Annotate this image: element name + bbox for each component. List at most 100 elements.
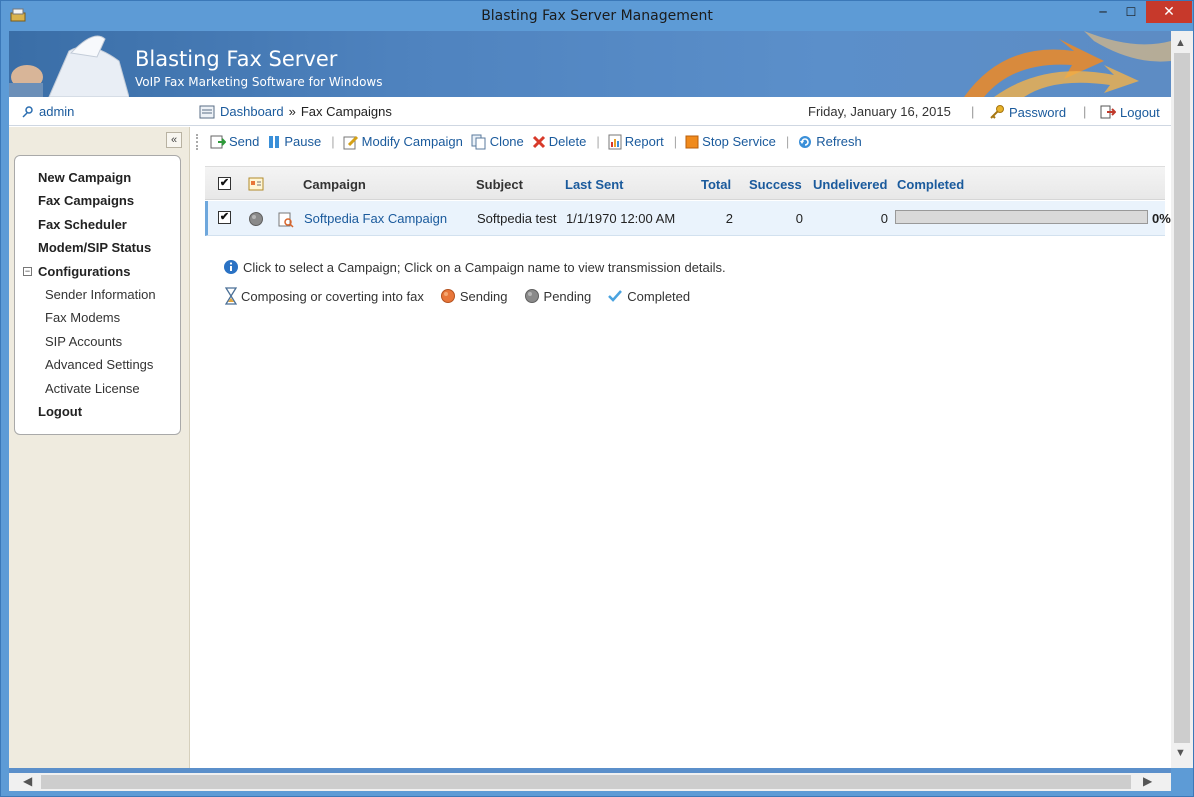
toolbar-divider: | bbox=[596, 134, 600, 149]
delete-label: Delete bbox=[548, 134, 587, 149]
legend-pending: Pending bbox=[543, 288, 592, 304]
clone-button[interactable]: Clone bbox=[471, 134, 524, 150]
client-area: Blasting Fax Server VoIP Fax Marketing S… bbox=[9, 31, 1171, 768]
toolbar: Send Pause | Modify Campaign Clone Delet… bbox=[192, 127, 1171, 156]
info-hint: Click to select a Campaign; Click on a C… bbox=[223, 259, 726, 275]
pending-status-icon bbox=[249, 212, 263, 226]
sidebar-item-fax-scheduler[interactable]: Fax Scheduler bbox=[38, 217, 127, 232]
send-label: Send bbox=[229, 134, 260, 149]
table-row[interactable]: ✔ Softpedia Fax Campaign Softpedia test … bbox=[205, 201, 1171, 236]
legend-completed: Completed bbox=[627, 288, 691, 304]
sidebar-item-logout[interactable]: Logout bbox=[38, 404, 82, 419]
window-title: Blasting Fax Server Management bbox=[481, 8, 713, 24]
clone-label: Clone bbox=[489, 134, 524, 149]
campaign-last-sent: 1/1/1970 12:00 AM bbox=[566, 211, 676, 226]
vertical-scrollbar[interactable]: ▲ ▼ bbox=[1171, 31, 1193, 768]
edit-icon bbox=[343, 135, 358, 149]
column-campaign[interactable]: Campaign bbox=[303, 177, 366, 192]
select-all-checkbox[interactable]: ✔ bbox=[218, 177, 231, 190]
toolbar-divider: | bbox=[331, 134, 335, 149]
minimize-button[interactable]: ─ bbox=[1089, 1, 1117, 23]
refresh-label: Refresh bbox=[816, 134, 862, 149]
info-icon bbox=[224, 260, 238, 274]
status-column-icon bbox=[248, 177, 264, 191]
pause-button[interactable]: Pause bbox=[267, 134, 321, 150]
header-divider: | bbox=[1083, 104, 1087, 119]
table-header: ✔ Campaign Subject Last Sent Total Succe… bbox=[205, 166, 1165, 200]
send-button[interactable]: Send bbox=[210, 134, 259, 150]
scroll-up-icon[interactable]: ▲ bbox=[1175, 37, 1186, 49]
app-window: Blasting Fax Server Management ─ ☐ ✕ Bla… bbox=[0, 0, 1194, 797]
vertical-scroll-thumb[interactable] bbox=[1174, 53, 1190, 743]
sidebar-item-activate-license[interactable]: Activate License bbox=[45, 381, 140, 396]
column-undelivered[interactable]: Undelivered bbox=[813, 177, 887, 192]
column-subject[interactable]: Subject bbox=[476, 177, 523, 192]
user-icon bbox=[22, 105, 33, 118]
legend-sending: Sending bbox=[459, 288, 508, 304]
completion-progress-bar bbox=[895, 210, 1148, 224]
dashboard-icon bbox=[199, 105, 215, 118]
column-total[interactable]: Total bbox=[701, 177, 731, 192]
collapse-sidebar-button[interactable]: « bbox=[166, 132, 182, 148]
horizontal-scroll-thumb[interactable] bbox=[41, 775, 1131, 789]
completion-percent: 0% bbox=[1152, 211, 1171, 226]
maximize-button[interactable]: ☐ bbox=[1117, 1, 1145, 23]
delete-button[interactable]: Delete bbox=[532, 134, 587, 149]
toolbar-grip[interactable] bbox=[196, 133, 204, 150]
legend-composing: Composing or coverting into fax bbox=[241, 288, 424, 304]
sending-status-icon bbox=[440, 289, 455, 303]
info-hint-text: Click to select a Campaign; Click on a C… bbox=[243, 259, 726, 275]
sidebar-item-modem-sip-status[interactable]: Modem/SIP Status bbox=[38, 240, 151, 255]
scroll-down-icon[interactable]: ▼ bbox=[1175, 747, 1186, 759]
horizontal-scrollbar[interactable]: ◀ ▶ bbox=[9, 773, 1171, 791]
campaign-undelivered: 0 bbox=[880, 211, 888, 226]
report-button[interactable]: Report bbox=[608, 134, 664, 150]
refresh-icon bbox=[799, 135, 812, 148]
logout-label: Logout bbox=[1120, 104, 1160, 120]
user-name: admin bbox=[39, 104, 75, 119]
column-completed[interactable]: Completed bbox=[897, 177, 964, 192]
current-date: Friday, January 16, 2015 bbox=[808, 104, 951, 119]
row-checkbox[interactable]: ✔ bbox=[218, 211, 231, 224]
collapse-configurations-icon[interactable]: − bbox=[23, 267, 32, 276]
sidebar-menu: New Campaign Fax Campaigns Fax Scheduler… bbox=[14, 155, 181, 435]
check-icon bbox=[608, 290, 623, 302]
scroll-left-icon[interactable]: ◀ bbox=[23, 774, 32, 788]
modify-campaign-button[interactable]: Modify Campaign bbox=[343, 134, 463, 150]
campaign-total: 2 bbox=[725, 211, 733, 226]
sidebar-item-sip-accounts[interactable]: SIP Accounts bbox=[45, 334, 122, 349]
stop-service-label: Stop Service bbox=[702, 134, 776, 149]
send-icon bbox=[210, 135, 226, 148]
stop-icon bbox=[685, 135, 699, 148]
sidebar-item-sender-information[interactable]: Sender Information bbox=[45, 287, 156, 302]
user-link[interactable]: admin bbox=[21, 104, 74, 119]
logout-link[interactable]: Logout bbox=[1100, 104, 1160, 120]
key-icon bbox=[990, 105, 1004, 119]
stop-service-button[interactable]: Stop Service bbox=[685, 134, 776, 149]
password-link[interactable]: Password bbox=[989, 104, 1066, 120]
refresh-button[interactable]: Refresh bbox=[797, 134, 862, 150]
sidebar: « New Campaign Fax Campaigns Fax Schedul… bbox=[9, 127, 190, 768]
breadcrumb: Dashboard » Fax Campaigns bbox=[199, 104, 392, 119]
view-details-icon[interactable] bbox=[278, 212, 294, 228]
modify-label: Modify Campaign bbox=[361, 134, 463, 149]
header-bar: admin Dashboard » Fax Campaigns Friday, … bbox=[9, 97, 1171, 126]
banner-title: Blasting Fax Server bbox=[135, 47, 338, 71]
title-bar[interactable]: Blasting Fax Server Management ─ ☐ ✕ bbox=[1, 1, 1193, 31]
column-success[interactable]: Success bbox=[749, 177, 802, 192]
column-last-sent[interactable]: Last Sent bbox=[565, 177, 624, 192]
campaign-name-link[interactable]: Softpedia Fax Campaign bbox=[304, 211, 447, 226]
fax-machine-icon bbox=[9, 35, 129, 97]
toolbar-divider: | bbox=[673, 134, 678, 149]
swoosh-decoration bbox=[964, 31, 1171, 97]
scroll-right-icon[interactable]: ▶ bbox=[1143, 774, 1152, 788]
breadcrumb-dashboard[interactable]: Dashboard bbox=[220, 104, 284, 119]
sidebar-item-advanced-settings[interactable]: Advanced Settings bbox=[45, 357, 153, 372]
pending-status-icon bbox=[524, 289, 539, 303]
sidebar-item-fax-campaigns[interactable]: Fax Campaigns bbox=[38, 193, 134, 208]
banner-subtitle: VoIP Fax Marketing Software for Windows bbox=[135, 75, 383, 89]
close-button[interactable]: ✕ bbox=[1146, 1, 1192, 23]
sidebar-item-fax-modems[interactable]: Fax Modems bbox=[45, 310, 120, 325]
sidebar-item-new-campaign[interactable]: New Campaign bbox=[38, 170, 131, 185]
sidebar-item-configurations[interactable]: Configurations bbox=[38, 264, 130, 279]
